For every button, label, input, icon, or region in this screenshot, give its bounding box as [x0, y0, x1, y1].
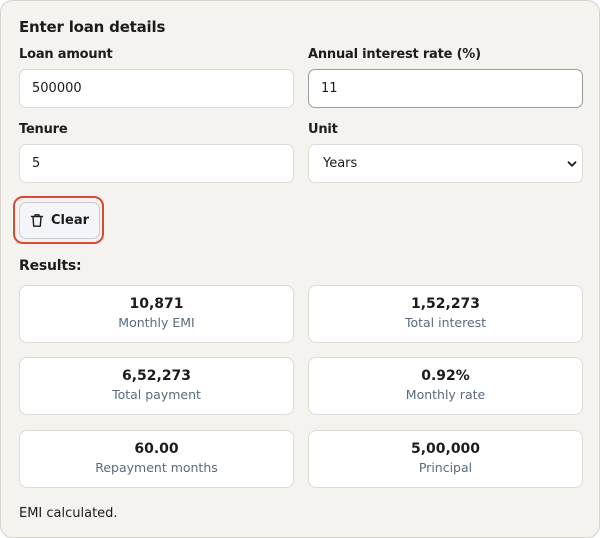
result-value: 6,52,273	[121, 368, 192, 384]
loan-amount-label: Loan amount	[19, 47, 113, 62]
tenure-input[interactable]: 5	[19, 144, 294, 183]
result-caption: Monthly EMI	[118, 315, 195, 330]
tenure-value: 5	[32, 156, 41, 171]
interest-rate-input[interactable]: 11	[308, 69, 583, 108]
result-value: 0.92%	[421, 368, 470, 384]
unit-label: Unit	[308, 122, 338, 137]
result-value: 60.00	[134, 441, 179, 457]
result-card-total-payment: 6,52,273 Total payment	[19, 357, 294, 415]
result-caption: Total interest	[404, 315, 487, 330]
result-caption: Principal	[418, 460, 473, 475]
interest-rate-value: 11	[321, 81, 338, 96]
unit-select[interactable]: Years	[308, 144, 583, 183]
trash-icon	[30, 214, 44, 227]
result-value: 1,52,273	[410, 296, 481, 312]
clear-button-label: Clear	[51, 213, 89, 228]
result-value: 5,00,000	[410, 441, 481, 457]
loan-amount-value: 500000	[32, 81, 82, 96]
unit-selected-value: Years	[323, 156, 358, 171]
tenure-label: Tenure	[19, 122, 68, 137]
result-caption: Monthly rate	[405, 387, 486, 402]
result-card-monthly-rate: 0.92% Monthly rate	[308, 357, 583, 415]
result-card-monthly-emi: 10,871 Monthly EMI	[19, 285, 294, 343]
results-heading: Results:	[19, 258, 82, 274]
clear-button[interactable]: Clear	[19, 202, 100, 239]
chevron-down-icon	[567, 161, 577, 167]
result-card-repayment-months: 60.00 Repayment months	[19, 430, 294, 488]
result-caption: Total payment	[112, 387, 201, 402]
result-card-total-interest: 1,52,273 Total interest	[308, 285, 583, 343]
status-message: EMI calculated.	[19, 506, 118, 521]
form-heading: Enter loan details	[19, 18, 166, 36]
result-value: 10,871	[129, 296, 184, 312]
loan-details-panel: Enter loan details Loan amount 500000 An…	[0, 0, 600, 538]
result-caption: Repayment months	[95, 460, 218, 475]
result-card-principal: 5,00,000 Principal	[308, 430, 583, 488]
loan-amount-input[interactable]: 500000	[19, 69, 294, 108]
interest-rate-label: Annual interest rate (%)	[308, 47, 481, 62]
